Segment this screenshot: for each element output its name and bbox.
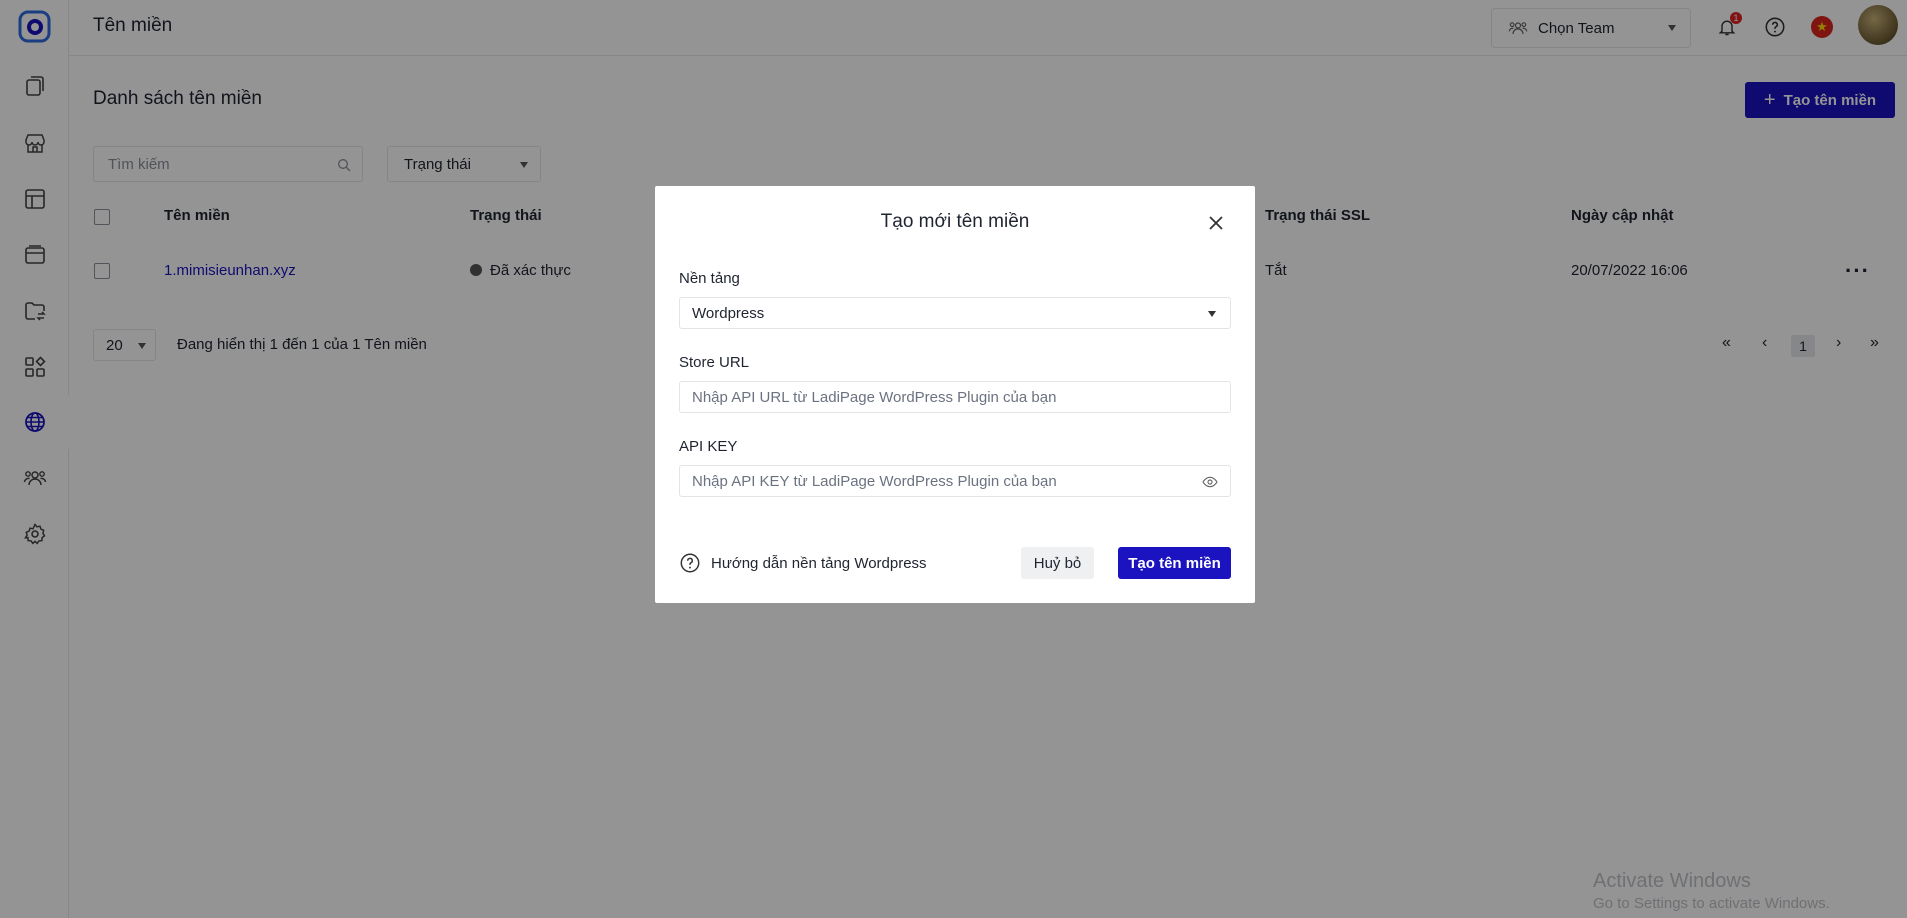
platform-value: Wordpress xyxy=(692,304,765,322)
help-icon xyxy=(680,553,700,573)
modal-title: Tạo mới tên miền xyxy=(880,211,1030,232)
platform-guide-link[interactable]: Hướng dẫn nền tảng Wordpress xyxy=(679,552,927,574)
platform-select[interactable]: Wordpress xyxy=(679,297,1231,329)
api-key-input[interactable] xyxy=(692,472,1192,490)
api-key-label: API KEY xyxy=(679,438,738,455)
chevron-down-icon xyxy=(1208,311,1216,317)
store-url-label: Store URL xyxy=(679,354,750,371)
api-key-field[interactable] xyxy=(679,465,1231,497)
store-url-field[interactable] xyxy=(679,381,1231,413)
store-url-input[interactable] xyxy=(692,388,1192,406)
eye-icon[interactable] xyxy=(1202,474,1218,490)
cancel-button[interactable]: Huỷ bỏ xyxy=(1021,547,1094,579)
platform-label: Nền tảng xyxy=(679,270,740,287)
submit-create-domain-button[interactable]: Tạo tên miền xyxy=(1118,547,1231,579)
platform-guide-text: Hướng dẫn nền tảng Wordpress xyxy=(711,554,927,572)
close-icon[interactable] xyxy=(1206,213,1226,233)
create-domain-modal: Tạo mới tên miền Nền tảng Wordpress Stor… xyxy=(655,186,1255,603)
